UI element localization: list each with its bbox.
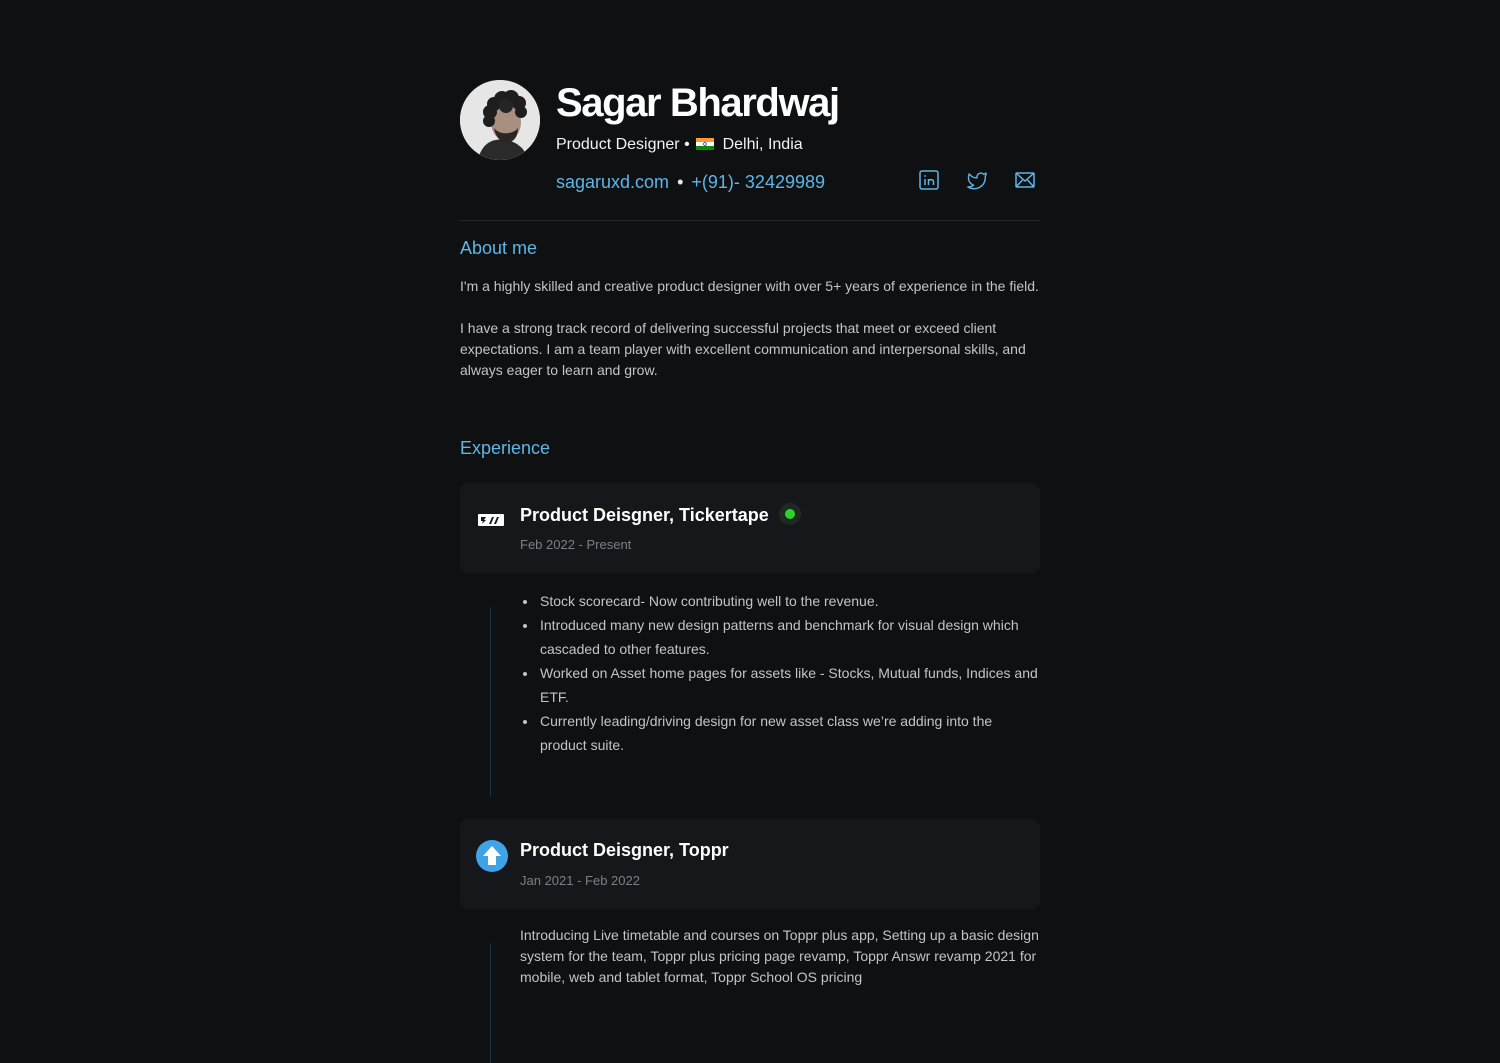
job-dates: Feb 2022 - Present — [520, 537, 632, 552]
experience-heading: Experience — [460, 438, 551, 458]
achievement-list: Stock scorecard- Now contributing well t… — [460, 589, 1040, 757]
india-flag-icon — [696, 138, 715, 150]
job-card-toppr: Product Deisgner, Toppr Jan 2021 - Feb 2… — [460, 819, 1040, 909]
list-item: Stock scorecard- Now contributing well t… — [523, 589, 1040, 613]
job-title: Product Deisgner, Toppr — [520, 840, 729, 860]
active-status-icon — [778, 503, 801, 525]
timeline-line — [490, 607, 491, 797]
job-description: Introducing Live timetable and courses o… — [520, 927, 1039, 985]
social-links — [918, 169, 1036, 191]
avatar — [460, 80, 540, 160]
about-section: About me I'm a highly skilled and creati… — [460, 237, 1040, 381]
phone-link[interactable]: +(91)- 32429989 — [691, 172, 825, 192]
page-title: Sagar Bhardwaj — [556, 81, 840, 125]
tickertape-logo-icon — [476, 504, 508, 536]
list-item: Currently leading/driving design for new… — [523, 709, 1040, 757]
role-location: Product Designer • Delhi, India — [556, 135, 803, 155]
job-title: Product Deisgner, Tickertape — [520, 503, 801, 526]
about-paragraph: I'm a highly skilled and creative produc… — [460, 278, 1039, 294]
linkedin-icon[interactable] — [918, 169, 940, 191]
list-item: Introduced many new design patterns and … — [523, 613, 1040, 661]
timeline-line — [490, 943, 491, 1063]
location-text: Delhi, India — [722, 136, 803, 153]
job-details-tickertape: Stock scorecard- Now contributing well t… — [460, 589, 1040, 797]
job-dates: Jan 2021 - Feb 2022 — [520, 873, 640, 888]
list-item: Worked on Asset home pages for assets li… — [523, 661, 1040, 709]
profile-header: Sagar Bhardwaj Product Designer • Delhi,… — [460, 80, 1040, 220]
contact-line: sagaruxd.com • +(91)- 32429989 — [556, 171, 825, 193]
twitter-icon[interactable] — [966, 169, 988, 191]
toppr-logo-icon — [476, 840, 508, 872]
mail-icon[interactable] — [1014, 169, 1036, 191]
experience-section: Experience Product Deisgner, Tickertape … — [460, 437, 1040, 1063]
separator-dot: • — [677, 172, 684, 192]
job-card-tickertape: Product Deisgner, Tickertape Feb 2022 - … — [460, 483, 1040, 573]
website-link[interactable]: sagaruxd.com — [556, 172, 669, 192]
separator-dot: • — [684, 136, 690, 153]
about-paragraph: I have a strong track record of deliveri… — [460, 320, 1026, 378]
job-details-toppr: Introducing Live timetable and courses o… — [460, 925, 1040, 1063]
about-heading: About me — [460, 238, 538, 258]
header-divider — [460, 220, 1040, 221]
role-text: Product Designer — [556, 136, 680, 153]
resume-page: Sagar Bhardwaj Product Designer • Delhi,… — [460, 80, 1040, 1063]
